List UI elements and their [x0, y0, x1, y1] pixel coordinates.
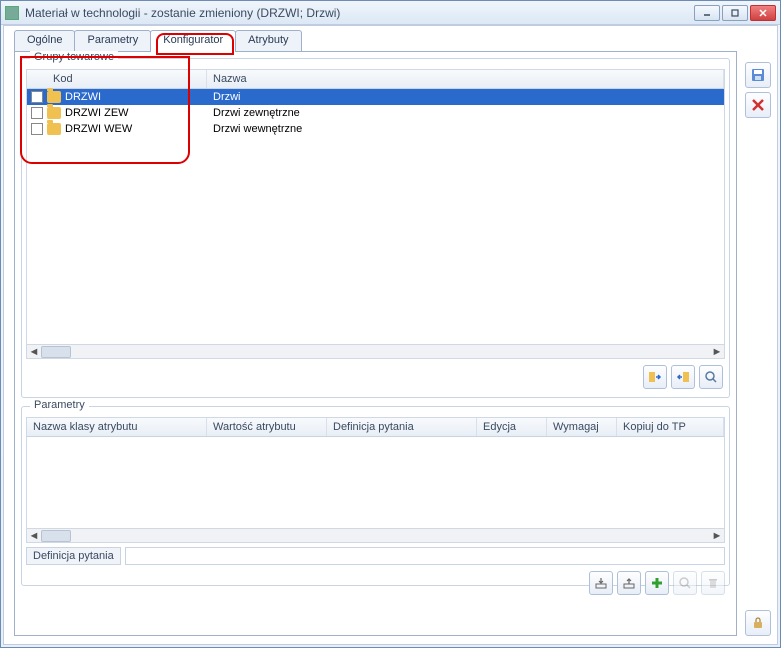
cell-kod: DRZWI ZEW	[65, 107, 129, 119]
save-button[interactable]	[745, 62, 771, 88]
tab-configurator[interactable]: Konfigurator	[150, 30, 236, 52]
tab-strip: Ogólne Parametry Konfigurator Atrybuty	[14, 30, 737, 52]
folder-icon	[47, 107, 61, 119]
scroll-right-icon[interactable]: ►	[710, 529, 724, 543]
unassign-button[interactable]	[671, 365, 695, 389]
tab-general[interactable]: Ogólne	[14, 30, 75, 52]
export-button[interactable]	[617, 571, 641, 595]
tab-pane-configurator: Grupy towarowe Kod Nazwa DRZWI Drzwi DRZ…	[14, 51, 737, 636]
cell-nazwa: Drzwi wewnętrzne	[207, 123, 724, 135]
titlebar[interactable]: Materiał w technologii - zostanie zmieni…	[1, 1, 780, 25]
maximize-button[interactable]	[722, 5, 748, 21]
folder-icon	[47, 123, 61, 135]
legend-grupy: Grupy towarowe	[30, 51, 118, 63]
groupbox-grupy-towarowe: Grupy towarowe Kod Nazwa DRZWI Drzwi DRZ…	[21, 58, 730, 398]
search-button[interactable]	[699, 365, 723, 389]
app-icon	[5, 6, 19, 20]
add-button[interactable]	[645, 571, 669, 595]
cancel-button[interactable]	[745, 92, 771, 118]
col-nazwa-klasy[interactable]: Nazwa klasy atrybutu	[27, 418, 207, 436]
cell-nazwa: Drzwi	[207, 91, 724, 103]
col-definicja[interactable]: Definicja pytania	[327, 418, 477, 436]
side-toolbar	[745, 62, 773, 118]
col-nazwa[interactable]: Nazwa	[207, 70, 724, 88]
horizontal-scrollbar-2[interactable]: ◄ ►	[27, 528, 724, 542]
table-row[interactable]: DRZWI ZEW Drzwi zewnętrzne	[27, 105, 724, 121]
col-wartosc[interactable]: Wartość atrybutu	[207, 418, 327, 436]
cell-nazwa: Drzwi zewnętrzne	[207, 107, 724, 119]
scroll-left-icon[interactable]: ◄	[27, 529, 41, 543]
col-edycja[interactable]: Edycja	[477, 418, 547, 436]
grid-toolbar	[26, 365, 723, 389]
folder-icon	[47, 91, 61, 103]
grid-grupy[interactable]: Kod Nazwa DRZWI Drzwi DRZWI ZEW Drzwi ze…	[26, 69, 725, 359]
row-checkbox[interactable]	[31, 123, 43, 135]
preview-button[interactable]	[673, 571, 697, 595]
scroll-left-icon[interactable]: ◄	[27, 345, 41, 359]
definicja-row: Definicja pytania	[26, 547, 725, 565]
cell-kod: DRZWI	[65, 91, 101, 103]
cell-kod: DRZWI WEW	[65, 123, 132, 135]
client-area: Ogólne Parametry Konfigurator Atrybuty G…	[3, 25, 778, 645]
delete-button[interactable]	[701, 571, 725, 595]
col-kopiuj[interactable]: Kopiuj do TP	[617, 418, 724, 436]
scroll-thumb[interactable]	[41, 346, 71, 358]
grid-parametry[interactable]: Nazwa klasy atrybutu Wartość atrybutu De…	[26, 417, 725, 543]
col-kod[interactable]: Kod	[27, 70, 207, 88]
col-wymagaj[interactable]: Wymagaj	[547, 418, 617, 436]
legend-parametry: Parametry	[30, 399, 89, 411]
lock-button[interactable]	[745, 610, 771, 636]
scroll-thumb[interactable]	[41, 530, 71, 542]
grid-header-grupy[interactable]: Kod Nazwa	[27, 70, 724, 89]
scroll-right-icon[interactable]: ►	[710, 345, 724, 359]
close-button[interactable]	[750, 5, 776, 21]
row-checkbox[interactable]	[31, 107, 43, 119]
horizontal-scrollbar[interactable]: ◄ ►	[27, 344, 724, 358]
side-bottom	[745, 610, 773, 636]
definicja-label: Definicja pytania	[26, 547, 121, 565]
table-row[interactable]: DRZWI Drzwi	[27, 89, 724, 105]
row-checkbox[interactable]	[31, 91, 43, 103]
minimize-button[interactable]	[694, 5, 720, 21]
tab-attributes[interactable]: Atrybuty	[235, 30, 301, 52]
import-button[interactable]	[589, 571, 613, 595]
grid-header-parametry[interactable]: Nazwa klasy atrybutu Wartość atrybutu De…	[27, 418, 724, 437]
bottom-toolbar	[26, 571, 725, 595]
assign-button[interactable]	[643, 365, 667, 389]
window-title: Materiał w technologii - zostanie zmieni…	[25, 6, 694, 20]
table-row[interactable]: DRZWI WEW Drzwi wewnętrzne	[27, 121, 724, 137]
window-frame: Materiał w technologii - zostanie zmieni…	[0, 0, 781, 648]
definicja-input[interactable]	[125, 547, 725, 565]
groupbox-parametry: Parametry Nazwa klasy atrybutu Wartość a…	[21, 406, 730, 586]
tab-parameters[interactable]: Parametry	[74, 30, 151, 52]
